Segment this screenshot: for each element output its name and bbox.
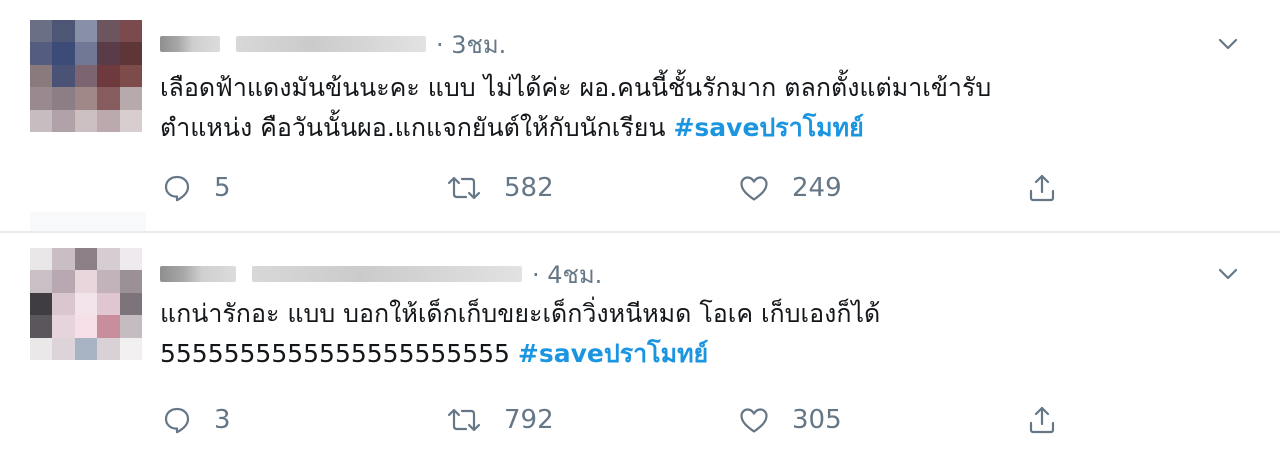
avatar-pixel bbox=[97, 270, 120, 293]
avatar-pixel bbox=[119, 315, 142, 338]
avatar-pixel bbox=[52, 315, 75, 338]
tweet[interactable]: · 3ชม. เลือดฟ้าแดงมันข้นนะคะ แบบ ไม่ได้ค… bbox=[0, 0, 1280, 232]
avatar-pixel bbox=[97, 292, 120, 316]
tweet-divider bbox=[0, 231, 1280, 233]
tweet-timestamp[interactable]: · 4ชม. bbox=[532, 255, 602, 294]
avatar-pixel bbox=[30, 87, 53, 110]
avatar-pixel bbox=[97, 42, 120, 65]
avatar-pixel bbox=[97, 315, 120, 338]
heart-icon bbox=[738, 405, 770, 435]
heart-icon bbox=[738, 173, 770, 203]
tweet-header: · 4ชม. bbox=[160, 258, 602, 290]
avatar-pixel bbox=[74, 292, 98, 316]
share-icon bbox=[1026, 172, 1058, 204]
retweet-icon bbox=[446, 405, 482, 435]
avatar-pixel bbox=[52, 20, 75, 43]
share-button[interactable] bbox=[1026, 400, 1058, 440]
avatar-pixel bbox=[30, 20, 53, 43]
reply-icon bbox=[162, 405, 192, 435]
avatar-pixel bbox=[30, 248, 53, 271]
avatar-pixel bbox=[74, 109, 98, 132]
retweet-icon bbox=[446, 173, 482, 203]
tweet-actions: 3 792 305 bbox=[160, 400, 1160, 440]
avatar-pixel bbox=[74, 248, 98, 271]
timestamp-text: 4ชม. bbox=[547, 260, 603, 289]
avatar-pixel bbox=[119, 248, 142, 271]
avatar-pixel bbox=[119, 109, 142, 132]
hashtag-link[interactable]: #saveปราโมทย์ bbox=[673, 113, 863, 142]
blurred-username[interactable] bbox=[236, 36, 426, 52]
avatar-pixel bbox=[97, 87, 120, 110]
avatar-pixel bbox=[74, 20, 98, 43]
share-button[interactable] bbox=[1026, 168, 1058, 208]
retweet-button[interactable]: 582 bbox=[446, 168, 554, 208]
avatar-pixel bbox=[74, 64, 98, 88]
avatar-pixel bbox=[97, 109, 120, 132]
avatar[interactable] bbox=[30, 248, 142, 360]
avatar-pixel bbox=[119, 87, 142, 110]
retweet-count: 792 bbox=[504, 405, 554, 435]
like-button[interactable]: 305 bbox=[738, 400, 842, 440]
tweet-feed: · 3ชม. เลือดฟ้าแดงมันข้นนะคะ แบบ ไม่ได้ค… bbox=[0, 0, 1280, 456]
avatar-pixel bbox=[97, 248, 120, 271]
retweet-count: 582 bbox=[504, 173, 554, 203]
hashtag-link[interactable]: #saveปราโมทย์ bbox=[518, 339, 708, 368]
chevron-down-icon[interactable] bbox=[1216, 32, 1240, 56]
avatar-pixel bbox=[97, 20, 120, 43]
reply-icon bbox=[162, 173, 192, 203]
avatar-pixel bbox=[30, 109, 53, 132]
avatar-pixel bbox=[30, 42, 53, 65]
avatar-pixel bbox=[52, 270, 75, 293]
avatar-pixel bbox=[119, 20, 142, 43]
avatar-pixel bbox=[30, 292, 53, 316]
avatar[interactable] bbox=[30, 20, 142, 132]
tweet-timestamp[interactable]: · 3ชม. bbox=[436, 25, 506, 64]
avatar-pixel bbox=[119, 270, 142, 293]
tweet-text: เลือดฟ้าแดงมันข้นนะคะ แบบ ไม่ได้ค่ะ ผอ.ค… bbox=[160, 68, 1220, 148]
share-icon bbox=[1026, 404, 1058, 436]
blurred-display-name[interactable] bbox=[160, 266, 236, 282]
avatar-pixel bbox=[74, 337, 98, 360]
avatar-pixel bbox=[52, 64, 75, 88]
reply-button[interactable]: 3 bbox=[162, 400, 231, 440]
retweet-button[interactable]: 792 bbox=[446, 400, 554, 440]
avatar-pixel bbox=[30, 270, 53, 293]
reply-button[interactable]: 5 bbox=[162, 168, 231, 208]
avatar-pixel bbox=[30, 315, 53, 338]
divider-notch bbox=[30, 212, 146, 232]
avatar-pixel bbox=[97, 64, 120, 88]
avatar-pixel bbox=[119, 42, 142, 65]
reply-count: 5 bbox=[214, 173, 231, 203]
like-count: 305 bbox=[792, 405, 842, 435]
avatar-pixel bbox=[97, 337, 120, 360]
avatar-pixel bbox=[119, 292, 142, 316]
avatar-pixel bbox=[52, 42, 75, 65]
blurred-username[interactable] bbox=[252, 266, 522, 282]
avatar-pixel bbox=[74, 87, 98, 110]
tweet-actions: 5 582 249 bbox=[160, 168, 1160, 208]
timestamp-text: 3ชม. bbox=[451, 30, 507, 59]
chevron-down-icon[interactable] bbox=[1216, 262, 1240, 286]
tweet[interactable]: · 4ชม. แกน่ารักอะ แบบ บอกให้เด็กเก็บขยะเ… bbox=[0, 234, 1280, 456]
blurred-display-name[interactable] bbox=[160, 36, 220, 52]
avatar-pixel bbox=[74, 42, 98, 65]
avatar-pixel bbox=[74, 270, 98, 293]
tweet-header: · 3ชม. bbox=[160, 28, 506, 60]
like-button[interactable]: 249 bbox=[738, 168, 842, 208]
tweet-text-content: เลือดฟ้าแดงมันข้นนะคะ แบบ ไม่ได้ค่ะ ผอ.ค… bbox=[160, 73, 992, 142]
reply-count: 3 bbox=[214, 405, 231, 435]
avatar-pixel bbox=[52, 337, 75, 360]
avatar-pixel bbox=[52, 292, 75, 316]
avatar-pixel bbox=[119, 337, 142, 360]
avatar-pixel bbox=[30, 337, 53, 360]
avatar-pixel bbox=[52, 248, 75, 271]
avatar-pixel bbox=[30, 64, 53, 88]
avatar-pixel bbox=[74, 315, 98, 338]
tweet-text: แกน่ารักอะ แบบ บอกให้เด็กเก็บขยะเด็กวิ่ง… bbox=[160, 294, 1220, 374]
avatar-pixel bbox=[52, 87, 75, 110]
avatar-pixel bbox=[52, 109, 75, 132]
avatar-pixel bbox=[119, 64, 142, 88]
like-count: 249 bbox=[792, 173, 842, 203]
